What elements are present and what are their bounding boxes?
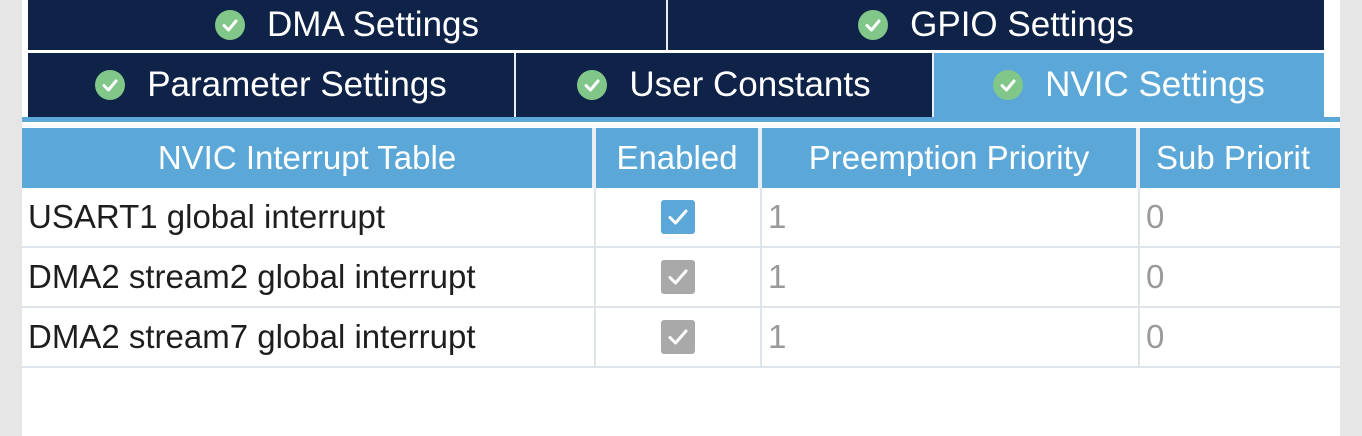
- nvic-interrupt-table: NVIC Interrupt Table Enabled Preemption …: [22, 128, 1340, 368]
- tab-dma-settings[interactable]: DMA Settings: [28, 0, 668, 50]
- preemption-priority-cell[interactable]: 1: [762, 248, 1140, 306]
- check-circle-icon: [858, 10, 889, 40]
- sub-priority-cell[interactable]: 0: [1140, 248, 1340, 306]
- tab-gpio-settings[interactable]: GPIO Settings: [668, 0, 1324, 50]
- sub-priority-cell[interactable]: 0: [1140, 308, 1340, 366]
- table-row[interactable]: USART1 global interrupt 1 0: [22, 188, 1340, 248]
- enabled-cell: [596, 308, 762, 366]
- checkmark-icon: [668, 269, 688, 285]
- interrupt-name: DMA2 stream2 global interrupt: [22, 248, 596, 306]
- active-tab-underline: [22, 117, 1340, 122]
- tab-label: NVIC Settings: [1045, 65, 1265, 104]
- enabled-cell: [596, 188, 762, 246]
- check-circle-icon: [993, 70, 1024, 100]
- enabled-cell: [596, 248, 762, 306]
- tab-row-bottom: Parameter Settings User Constants NVIC S…: [28, 53, 1324, 117]
- nvic-config-panel: DMA Settings GPIO Settings Parameter Set…: [22, 0, 1340, 436]
- enabled-checkbox: [661, 260, 695, 294]
- checkmark-icon: [668, 209, 688, 225]
- sub-priority-cell[interactable]: 0: [1140, 188, 1340, 246]
- tab-label: Parameter Settings: [147, 65, 447, 104]
- column-header-enabled[interactable]: Enabled: [596, 128, 762, 188]
- table-row[interactable]: DMA2 stream2 global interrupt 1 0: [22, 248, 1340, 308]
- tab-row-top: DMA Settings GPIO Settings: [28, 0, 1324, 50]
- interrupt-name: DMA2 stream7 global interrupt: [22, 308, 596, 366]
- preemption-priority-cell[interactable]: 1: [762, 308, 1140, 366]
- enabled-checkbox[interactable]: [661, 200, 695, 234]
- checkmark-icon: [668, 329, 688, 345]
- tab-label: GPIO Settings: [910, 5, 1134, 44]
- column-header-sub-priority[interactable]: Sub Priorit: [1140, 128, 1340, 188]
- preemption-priority-cell[interactable]: 1: [762, 188, 1140, 246]
- check-circle-icon: [214, 10, 245, 40]
- tab-nvic-settings[interactable]: NVIC Settings: [934, 53, 1324, 117]
- table-row[interactable]: DMA2 stream7 global interrupt 1 0: [22, 308, 1340, 368]
- tab-user-constants[interactable]: User Constants: [516, 53, 934, 117]
- table-header-row: NVIC Interrupt Table Enabled Preemption …: [22, 128, 1340, 188]
- check-circle-icon: [577, 70, 608, 100]
- enabled-checkbox: [661, 320, 695, 354]
- tab-parameter-settings[interactable]: Parameter Settings: [28, 53, 516, 117]
- column-header-preemption-priority[interactable]: Preemption Priority: [762, 128, 1140, 188]
- column-header-interrupt[interactable]: NVIC Interrupt Table: [22, 128, 596, 188]
- check-circle-icon: [95, 70, 126, 100]
- interrupt-name: USART1 global interrupt: [22, 188, 596, 246]
- tab-label: User Constants: [629, 65, 871, 104]
- tab-label: DMA Settings: [266, 5, 480, 44]
